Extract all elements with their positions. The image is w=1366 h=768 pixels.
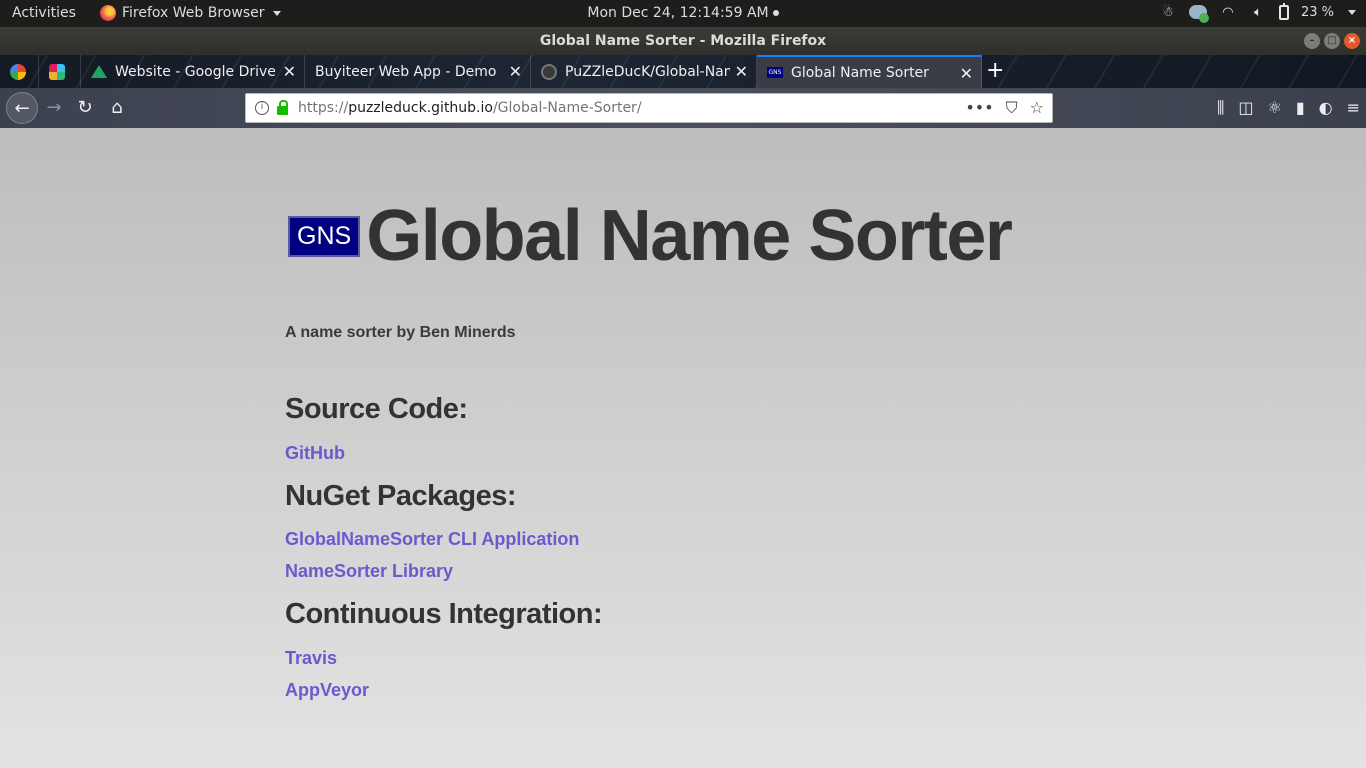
url-bar[interactable]: i https://puzzleduck.github.io/Global-Na… bbox=[245, 93, 1053, 123]
site-info-icon[interactable]: i bbox=[255, 101, 269, 115]
system-top-bar: Activities Firefox Web Browser Mon Dec 2… bbox=[0, 0, 1366, 27]
user-status-icon[interactable]: ☃ bbox=[1159, 3, 1177, 21]
battery-percent: 23 % bbox=[1300, 4, 1334, 20]
close-tab-icon[interactable]: ✕ bbox=[735, 62, 748, 81]
forward-button[interactable]: → bbox=[42, 96, 66, 120]
pocket-icon[interactable]: ⛉ bbox=[1006, 98, 1018, 118]
extension-icon[interactable]: ▮ bbox=[1296, 98, 1305, 118]
section-heading-ci: Continuous Integration: bbox=[285, 598, 603, 630]
web-page: GNS Global Name Sorter A name sorter by … bbox=[0, 128, 1366, 768]
gns-logo: GNS bbox=[288, 215, 361, 257]
window-titlebar: Global Name Sorter - Mozilla Firefox – □… bbox=[0, 27, 1366, 55]
tab-global-name-sorter[interactable]: GNS Global Name Sorter ✕ bbox=[757, 55, 982, 88]
sidebar-icon[interactable]: ◫ bbox=[1238, 98, 1253, 118]
url-path: /Global-Name-Sorter/ bbox=[492, 100, 642, 116]
tab-pinned-google[interactable] bbox=[0, 55, 39, 88]
window-title: Global Name Sorter - Mozilla Firefox bbox=[539, 33, 827, 49]
tab-label: PuZZleDucK/Global-Nam bbox=[565, 63, 730, 80]
clock[interactable]: Mon Dec 24, 12:14:59 AM bbox=[587, 5, 768, 21]
library-icon[interactable]: ⫼ bbox=[1217, 98, 1224, 118]
maximize-button[interactable]: □ bbox=[1324, 33, 1340, 49]
system-tray[interactable]: ☃ ◠ 🔈︎ 23 % bbox=[1159, 2, 1356, 23]
cloud-sync-icon[interactable] bbox=[1188, 3, 1209, 23]
tab-google-drive[interactable]: Website - Google Drive ✕ bbox=[81, 55, 305, 88]
link-travis[interactable]: Travis bbox=[285, 648, 337, 669]
app-menu[interactable]: Firefox Web Browser bbox=[100, 5, 281, 21]
link-cli-application[interactable]: GlobalNameSorter CLI Application bbox=[285, 529, 579, 550]
link-namesorter-library[interactable]: NameSorter Library bbox=[285, 561, 453, 582]
tab-label: Website - Google Drive bbox=[115, 63, 276, 80]
google-drive-icon bbox=[91, 65, 107, 78]
url-text[interactable]: https://puzzleduck.github.io/Global-Name… bbox=[298, 100, 642, 116]
chevron-down-icon bbox=[272, 10, 281, 16]
url-scheme: https:// bbox=[298, 100, 349, 116]
section-heading-nuget: NuGet Packages: bbox=[285, 480, 517, 512]
page-tagline: A name sorter by Ben Minerds bbox=[285, 324, 516, 341]
divider bbox=[285, 349, 1080, 350]
window-controls: – □ × bbox=[1304, 33, 1360, 49]
page-title: Global Name Sorter bbox=[366, 196, 1013, 276]
tab-github-repo[interactable]: PuZZleDucK/Global-Nam ✕ bbox=[531, 55, 757, 88]
home-button[interactable]: ⌂ bbox=[105, 96, 129, 120]
reload-button[interactable]: ↻ bbox=[73, 96, 97, 120]
extension-toggle-icon[interactable]: ◐ bbox=[1319, 98, 1333, 118]
lock-icon bbox=[277, 100, 288, 115]
notification-dot-icon bbox=[772, 10, 779, 16]
tab-buyiteer[interactable]: Buyiteer Web App - Demo ✕ bbox=[305, 55, 531, 88]
github-icon bbox=[541, 63, 557, 80]
battery-icon bbox=[1278, 2, 1289, 20]
close-tab-icon[interactable]: ✕ bbox=[960, 64, 973, 83]
page-header: GNS Global Name Sorter bbox=[288, 196, 1013, 276]
minimize-button[interactable]: – bbox=[1304, 33, 1320, 49]
slack-icon bbox=[49, 63, 65, 80]
tab-pinned-slack[interactable] bbox=[39, 55, 81, 88]
wifi-icon: ◠ bbox=[1222, 4, 1234, 20]
system-menu-chevron-icon[interactable] bbox=[1348, 9, 1356, 15]
url-bar-actions: ••• ⛉ ☆ bbox=[965, 98, 1044, 118]
window-close-button[interactable]: × bbox=[1344, 33, 1360, 49]
close-tab-icon[interactable]: ✕ bbox=[283, 62, 296, 81]
gns-favicon-icon: GNS bbox=[767, 67, 783, 78]
navigation-bar: ← → ↻ ⌂ i https://puzzleduck.github.io/G… bbox=[0, 88, 1366, 128]
firefox-icon bbox=[100, 5, 116, 21]
back-button[interactable]: ← bbox=[6, 92, 38, 124]
link-appveyor[interactable]: AppVeyor bbox=[285, 680, 369, 701]
app-menu-label: Firefox Web Browser bbox=[122, 5, 265, 21]
bookmark-star-icon[interactable]: ☆ bbox=[1030, 98, 1044, 118]
google-icon bbox=[10, 63, 26, 80]
volume-icon: 🔈︎ bbox=[1254, 4, 1262, 20]
section-heading-source-code: Source Code: bbox=[285, 393, 468, 425]
hamburger-menu-icon[interactable]: ≡ bbox=[1347, 98, 1360, 118]
tab-strip: Website - Google Drive ✕ Buyiteer Web Ap… bbox=[0, 55, 1366, 88]
url-domain: puzzleduck.github.io bbox=[348, 100, 493, 116]
activities-button[interactable]: Activities bbox=[12, 5, 76, 21]
toolbar-right: ⫼ ◫ ⚛ ▮ ◐ ≡ bbox=[1217, 98, 1360, 118]
new-tab-button[interactable]: + bbox=[986, 58, 1004, 83]
close-tab-icon[interactable]: ✕ bbox=[509, 62, 522, 81]
link-github[interactable]: GitHub bbox=[285, 443, 345, 464]
tab-label: Buyiteer Web App - Demo bbox=[315, 63, 497, 80]
page-actions-icon[interactable]: ••• bbox=[965, 98, 993, 118]
tab-label: Global Name Sorter bbox=[791, 64, 929, 81]
react-devtools-icon[interactable]: ⚛ bbox=[1267, 98, 1281, 118]
